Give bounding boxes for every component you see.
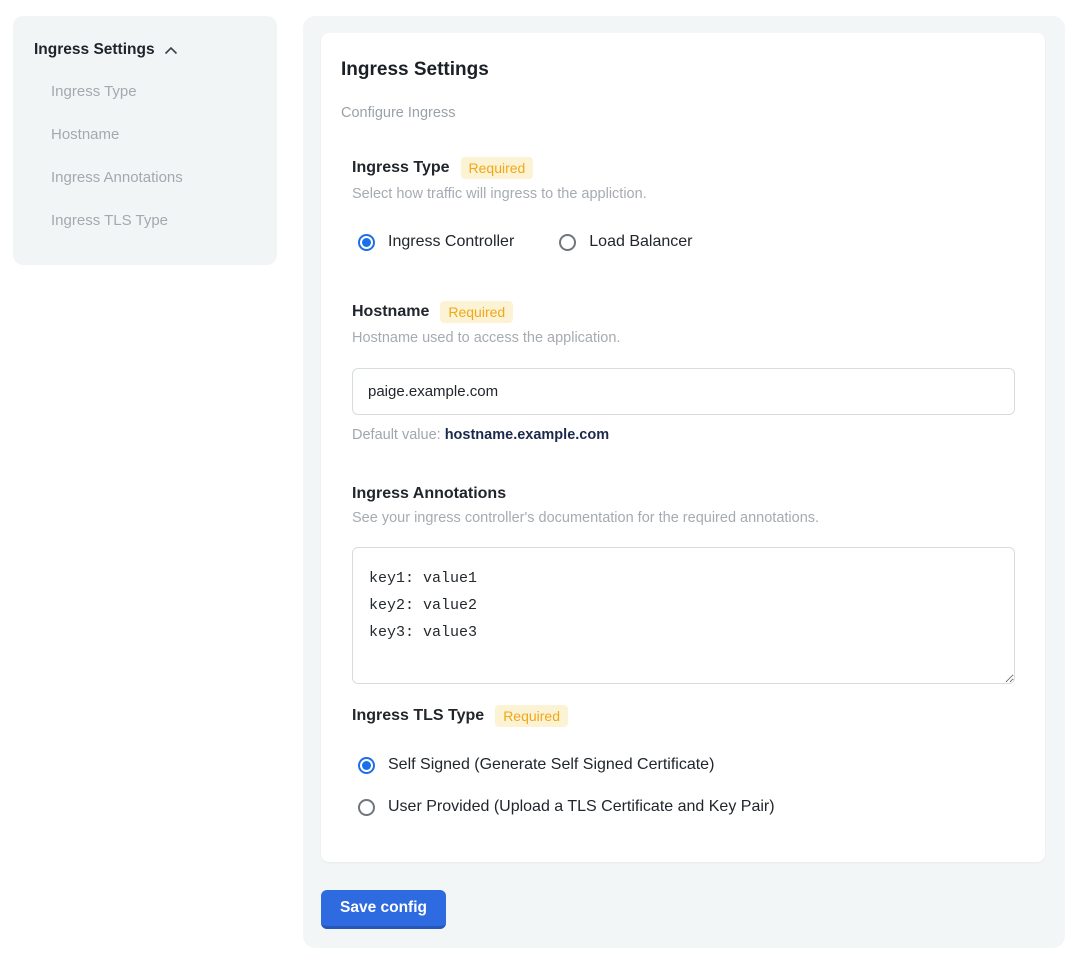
section-hostname: Hostname Required Hostname used to acces… xyxy=(352,301,1025,443)
radio-option-load-balancer[interactable]: Load Balancer xyxy=(559,233,692,251)
sidebar-item-list: Ingress Type Hostname Ingress Annotation… xyxy=(34,83,256,229)
settings-sidebar: Ingress Settings Ingress Type Hostname I… xyxy=(13,16,277,265)
radio-unselected-icon xyxy=(358,799,375,816)
radio-unselected-icon xyxy=(559,234,576,251)
sidebar-group-ingress-settings[interactable]: Ingress Settings xyxy=(34,41,256,59)
main-panel: Ingress Settings Configure Ingress Ingre… xyxy=(303,16,1065,948)
required-badge: Required xyxy=(461,157,534,179)
radio-label: Ingress Controller xyxy=(388,233,514,251)
radio-option-self-signed[interactable]: Self Signed (Generate Self Signed Certif… xyxy=(358,756,1025,774)
field-label-hostname: Hostname xyxy=(352,303,429,321)
ingress-settings-card: Ingress Settings Configure Ingress Ingre… xyxy=(321,33,1045,862)
sidebar-item-ingress-tls-type[interactable]: Ingress TLS Type xyxy=(51,212,256,229)
section-ingress-type: Ingress Type Required Select how traffic… xyxy=(352,157,1025,251)
section-ingress-tls-type: Ingress TLS Type Required Self Signed (G… xyxy=(352,705,1025,816)
radio-label: User Provided (Upload a TLS Certificate … xyxy=(388,798,775,816)
field-label-row: Ingress Annotations xyxy=(352,485,1025,503)
field-label-row: Ingress TLS Type Required xyxy=(352,705,1025,727)
default-value-prefix: Default value: xyxy=(352,427,445,443)
form-body: Ingress Type Required Select how traffic… xyxy=(352,157,1025,816)
save-config-button[interactable]: Save config xyxy=(321,890,446,929)
tls-radio-group: Self Signed (Generate Self Signed Certif… xyxy=(358,756,1025,816)
page-subtitle: Configure Ingress xyxy=(341,105,1025,121)
required-badge: Required xyxy=(440,301,513,323)
radio-selected-icon xyxy=(358,234,375,251)
section-ingress-annotations: Ingress Annotations See your ingress con… xyxy=(352,485,1025,684)
radio-selected-icon xyxy=(358,757,375,774)
default-value-line: Default value: hostname.example.com xyxy=(352,427,1025,443)
default-value-text: hostname.example.com xyxy=(445,427,609,443)
required-badge: Required xyxy=(495,705,568,727)
ingress-type-radio-group: Ingress Controller Load Balancer xyxy=(358,233,1025,251)
field-label-row: Ingress Type Required xyxy=(352,157,1025,179)
radio-label: Self Signed (Generate Self Signed Certif… xyxy=(388,756,714,774)
sidebar-group-label: Ingress Settings xyxy=(34,41,155,59)
field-description: Hostname used to access the application. xyxy=(352,330,1025,346)
radio-label: Load Balancer xyxy=(589,233,692,251)
radio-option-ingress-controller[interactable]: Ingress Controller xyxy=(358,233,514,251)
sidebar-item-ingress-type[interactable]: Ingress Type xyxy=(51,83,256,100)
field-label-ingress-tls-type: Ingress TLS Type xyxy=(352,707,484,725)
field-label-ingress-type: Ingress Type xyxy=(352,159,450,177)
chevron-up-icon xyxy=(164,46,178,55)
field-label-ingress-annotations: Ingress Annotations xyxy=(352,485,506,503)
field-description: See your ingress controller's documentat… xyxy=(352,510,1025,526)
field-description: Select how traffic will ingress to the a… xyxy=(352,186,1025,202)
radio-option-user-provided[interactable]: User Provided (Upload a TLS Certificate … xyxy=(358,798,1025,816)
page-title: Ingress Settings xyxy=(341,59,1025,81)
field-label-row: Hostname Required xyxy=(352,301,1025,323)
hostname-input[interactable] xyxy=(352,368,1015,415)
annotations-textarea[interactable]: key1: value1 key2: value2 key3: value3 xyxy=(352,547,1015,684)
sidebar-item-ingress-annotations[interactable]: Ingress Annotations xyxy=(51,169,256,186)
sidebar-item-hostname[interactable]: Hostname xyxy=(51,126,256,143)
